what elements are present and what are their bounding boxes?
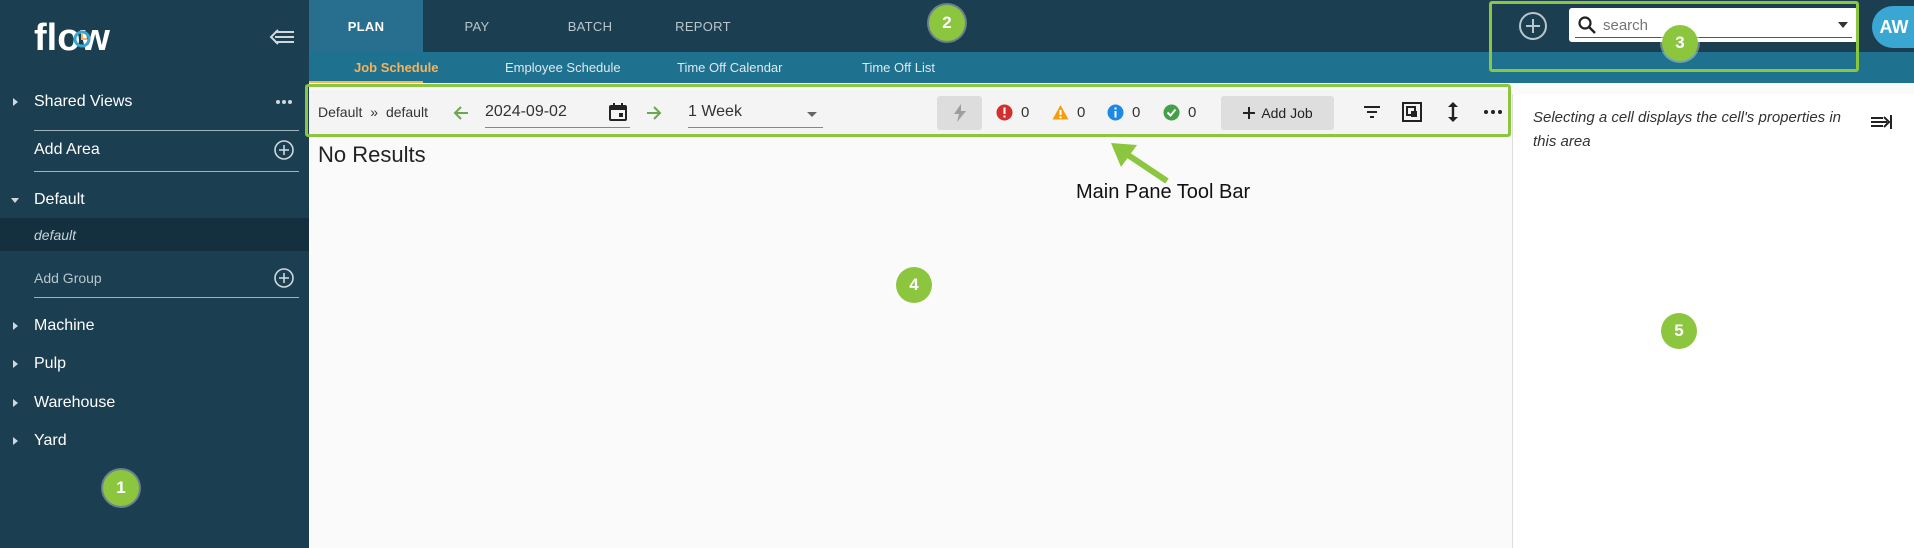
subtab-label: Time Off Calendar xyxy=(677,60,783,75)
collapse-sidebar-icon[interactable] xyxy=(268,25,296,49)
caret-right-icon xyxy=(13,360,18,368)
sidebar-item-pulp[interactable]: Pulp xyxy=(0,345,309,383)
caret-right-icon xyxy=(13,399,18,407)
tab-pay[interactable]: PAY xyxy=(423,0,531,52)
subtab-job-schedule[interactable]: Job Schedule xyxy=(354,52,439,83)
annotation-marker-2: 2 xyxy=(929,5,965,41)
sidebar-item-label: Default xyxy=(34,191,85,208)
annotation-label: Main Pane Tool Bar xyxy=(1076,181,1251,203)
caret-right-icon xyxy=(13,98,18,106)
add-circle-icon[interactable] xyxy=(273,139,295,161)
tab-label: PAY xyxy=(464,18,490,34)
sidebar-item-yard[interactable]: Yard xyxy=(0,422,309,460)
collapse-pane-icon[interactable] xyxy=(1869,112,1893,132)
annotation-marker-3: 3 xyxy=(1662,25,1698,61)
tab-plan[interactable]: PLAN xyxy=(309,0,423,52)
caret-down-icon xyxy=(11,198,19,203)
annotation-marker-4: 4 xyxy=(896,267,932,303)
sidebar-item-label: Machine xyxy=(34,317,95,334)
subtab-employee-schedule[interactable]: Employee Schedule xyxy=(505,52,621,83)
tab-label: BATCH xyxy=(567,18,613,34)
add-circle-icon[interactable] xyxy=(273,267,295,289)
sidebar-item-label: Add Area xyxy=(34,141,100,158)
toolbar-highlight xyxy=(305,84,1511,137)
divider xyxy=(34,171,299,172)
sidebar-item-label: Shared Views xyxy=(34,93,133,110)
sidebar-item-label: default xyxy=(34,226,77,243)
subtab-label: Employee Schedule xyxy=(505,60,621,75)
properties-placeholder: Selecting a cell displays the cell's pro… xyxy=(1533,109,1842,150)
sidebar-item-warehouse[interactable]: Warehouse xyxy=(0,384,309,422)
tab-batch[interactable]: BATCH xyxy=(531,0,649,52)
annotation-marker-5: 5 xyxy=(1661,313,1697,349)
active-tab-indicator xyxy=(309,81,423,83)
sidebar-item-default-group[interactable]: default xyxy=(0,218,309,251)
caret-right-icon xyxy=(13,322,18,330)
subtab-time-off-list[interactable]: Time Off List xyxy=(862,52,935,83)
properties-pane: Selecting a cell displays the cell's pro… xyxy=(1512,94,1914,548)
subtab-label: Job Schedule xyxy=(354,60,439,75)
tab-label: PLAN xyxy=(347,18,385,34)
user-avatar[interactable]: AW xyxy=(1872,6,1914,48)
caret-right-icon xyxy=(13,437,18,445)
no-results-message: No Results xyxy=(318,142,426,167)
annotation-arrow-icon xyxy=(1111,143,1169,184)
subtab-time-off-calendar[interactable]: Time Off Calendar xyxy=(677,52,783,83)
sidebar-item-label: Yard xyxy=(34,432,67,449)
logo-row: flow xyxy=(0,0,309,74)
sidebar-item-add-area[interactable]: Add Area xyxy=(0,131,309,169)
sidebar-item-add-group[interactable]: Add Group xyxy=(0,260,309,296)
sidebar-item-label: Pulp xyxy=(34,355,67,372)
sidebar-item-label: Add Group xyxy=(34,270,102,286)
annotation-marker-1: 1 xyxy=(103,470,139,506)
flow-logo: flow xyxy=(34,17,110,59)
tab-report[interactable]: REPORT xyxy=(649,0,757,52)
sidebar-item-default-area[interactable]: Default xyxy=(0,181,309,219)
more-horizontal-icon[interactable] xyxy=(273,91,295,113)
subtab-label: Time Off List xyxy=(862,60,935,75)
sidebar-item-shared-views[interactable]: Shared Views xyxy=(0,83,309,121)
sidebar: flow Shared Views Add Area Default defau… xyxy=(0,0,309,548)
divider xyxy=(34,297,299,298)
svg-text:flow: flow xyxy=(34,17,110,59)
sidebar-item-label: Warehouse xyxy=(34,394,116,411)
tab-label: REPORT xyxy=(675,18,731,34)
sidebar-item-machine[interactable]: Machine xyxy=(0,307,309,345)
